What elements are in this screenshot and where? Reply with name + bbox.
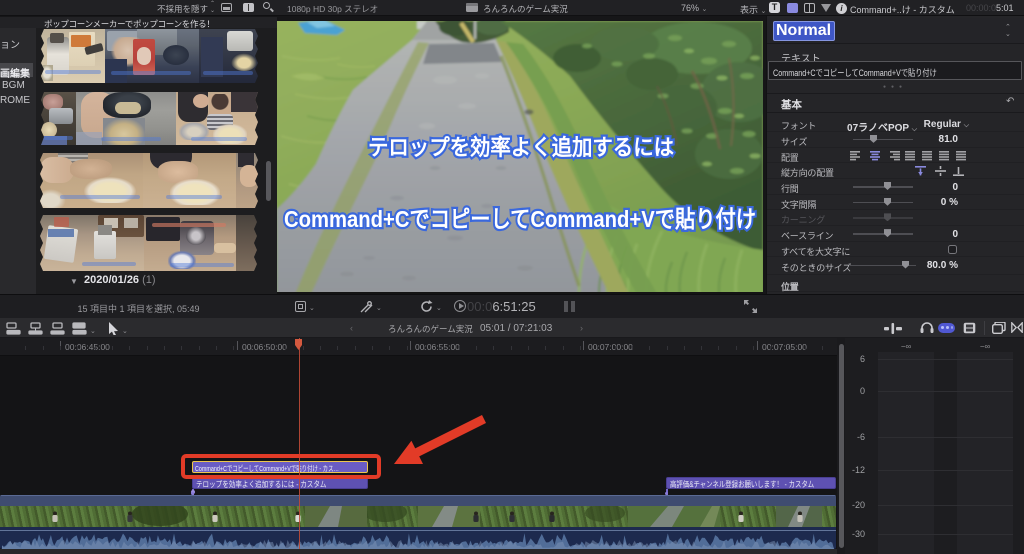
svg-text:Command+CでコピーしてCommand+Vで貼り付け: Command+CでコピーしてCommand+Vで貼り付け bbox=[284, 206, 756, 232]
svg-text:テロップを効率よく追加するには: テロップを効率よく追加するには bbox=[368, 135, 674, 160]
